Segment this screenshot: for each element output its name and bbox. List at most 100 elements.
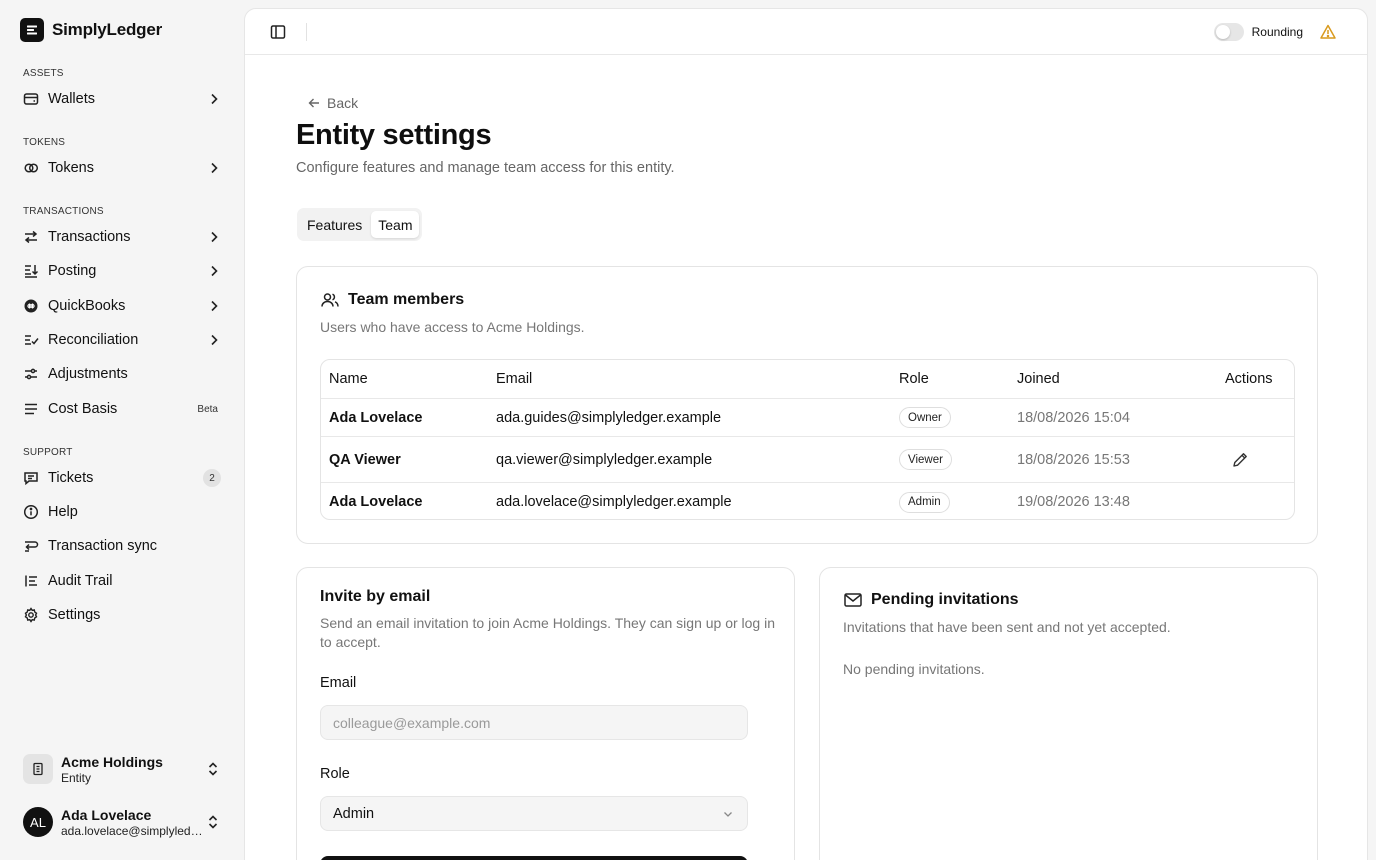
member-email: ada.lovelace@simplyledger.example bbox=[496, 494, 732, 510]
user-switcher-text: Ada Lovelace ada.lovelace@simplyledger.e… bbox=[61, 807, 205, 838]
team-members-card: Team members Users who have access to Ac… bbox=[296, 266, 1318, 544]
column-header-role: Role bbox=[899, 371, 929, 387]
pending-description: Invitations that have been sent and not … bbox=[843, 619, 1171, 635]
beta-badge: Beta bbox=[197, 403, 218, 415]
table-row: Ada Lovelace ada.lovelace@simplyledger.e… bbox=[321, 483, 1294, 519]
team-members-description: Users who have access to Acme Holdings. bbox=[320, 319, 585, 335]
sidebar-item-cost-basis[interactable]: Cost Basis Beta bbox=[14, 393, 230, 425]
entity-type: Entity bbox=[61, 770, 92, 785]
chevron-right-icon bbox=[206, 332, 222, 348]
sidebar-item-label: Cost Basis bbox=[48, 401, 118, 417]
entity-name: Acme Holdings bbox=[61, 753, 163, 770]
chevrons-up-down-icon bbox=[205, 814, 221, 830]
rounding-toggle-group: Rounding bbox=[1213, 23, 1303, 41]
rounding-toggle[interactable] bbox=[1213, 23, 1244, 41]
role-badge: Admin bbox=[899, 491, 950, 513]
main-panel: Rounding Back Entity settings Configure … bbox=[244, 8, 1368, 860]
sidebar-item-label: Posting bbox=[48, 263, 97, 279]
posting-icon bbox=[23, 263, 39, 279]
building-icon bbox=[23, 754, 53, 784]
sidebar-item-help[interactable]: Help bbox=[14, 496, 230, 528]
back-label: Back bbox=[327, 95, 359, 111]
sidebar-item-quickbooks[interactable]: QuickBooks bbox=[14, 290, 230, 322]
member-joined: 18/08/2026 15:04 bbox=[1017, 409, 1130, 426]
team-members-header: Team members bbox=[320, 290, 464, 310]
sidebar-item-tickets[interactable]: Tickets 2 bbox=[14, 462, 230, 494]
section-transactions: TRANSACTIONS bbox=[23, 206, 104, 217]
wallet-icon bbox=[23, 91, 39, 107]
pending-empty-text: No pending invitations. bbox=[843, 661, 985, 677]
member-name: Ada Lovelace bbox=[329, 409, 423, 426]
message-icon bbox=[23, 470, 39, 486]
sidebar-item-audit-trail[interactable]: Audit Trail bbox=[14, 565, 230, 597]
back-link[interactable]: Back bbox=[307, 95, 358, 111]
member-email: ada.guides@simplyledger.example bbox=[496, 409, 722, 426]
quickbooks-icon bbox=[23, 298, 39, 314]
sidebar-item-label: Reconciliation bbox=[48, 332, 139, 348]
sidebar-item-label: Wallets bbox=[48, 91, 95, 107]
sidebar-toggle-icon[interactable] bbox=[269, 23, 287, 41]
chevron-right-icon bbox=[206, 263, 222, 279]
sidebar-item-reconciliation[interactable]: Reconciliation bbox=[14, 324, 230, 356]
entity-switcher[interactable]: Acme Holdings Entity bbox=[14, 748, 230, 790]
section-assets: ASSETS bbox=[23, 68, 64, 79]
stack-icon bbox=[23, 401, 39, 417]
role-label: Role bbox=[320, 766, 350, 782]
page-subtitle: Configure features and manage team acces… bbox=[296, 160, 675, 176]
table-header-row: Name Email Role Joined Actions bbox=[321, 360, 1294, 399]
column-header-email: Email bbox=[496, 371, 533, 387]
sidebar: SimplyLedger ASSETS Wallets TOKENS Token… bbox=[0, 0, 244, 860]
invite-card: Invite by email Send an email invitation… bbox=[296, 567, 795, 860]
mail-icon bbox=[843, 590, 863, 610]
sidebar-item-tokens[interactable]: Tokens bbox=[14, 152, 230, 184]
chevron-right-icon bbox=[206, 229, 222, 245]
user-email: ada.lovelace@simplyledger.example bbox=[61, 823, 205, 838]
pending-title: Pending invitations bbox=[871, 591, 1019, 608]
sidebar-item-transactions[interactable]: Transactions bbox=[14, 221, 230, 253]
email-field[interactable] bbox=[320, 705, 748, 740]
sidebar-item-wallets[interactable]: Wallets bbox=[14, 83, 230, 115]
rounding-label: Rounding bbox=[1251, 25, 1303, 39]
warning-icon[interactable] bbox=[1319, 23, 1337, 41]
chevron-right-icon bbox=[206, 160, 222, 176]
toolbar-divider bbox=[306, 23, 307, 41]
arrows-left-right-icon bbox=[23, 229, 39, 245]
invite-header: Invite by email bbox=[320, 588, 430, 606]
sidebar-item-label: Tickets bbox=[48, 470, 94, 486]
sidebar-item-settings[interactable]: Settings bbox=[14, 599, 230, 631]
section-tokens: TOKENS bbox=[23, 137, 66, 148]
avatar: AL bbox=[23, 807, 53, 837]
member-joined: 19/08/2026 13:48 bbox=[1017, 494, 1130, 510]
list-ordered-icon bbox=[23, 573, 39, 589]
page-title: Entity settings bbox=[296, 119, 492, 151]
sidebar-item-adjustments[interactable]: Adjustments bbox=[14, 358, 230, 390]
settings-tabs: Features Team bbox=[297, 208, 423, 241]
send-invite-button[interactable] bbox=[320, 856, 748, 860]
sync-icon bbox=[23, 538, 39, 554]
edit-member-pencil-icon[interactable] bbox=[1231, 451, 1249, 469]
sidebar-item-label: Transactions bbox=[48, 229, 131, 245]
tab-team[interactable]: Team bbox=[371, 211, 420, 238]
column-header-actions: Actions bbox=[1225, 371, 1273, 387]
column-header-joined: Joined bbox=[1017, 371, 1060, 387]
sidebar-item-label: Audit Trail bbox=[48, 573, 113, 589]
member-name: Ada Lovelace bbox=[329, 494, 423, 510]
pending-invitations-card: Pending invitations Invitations that hav… bbox=[819, 567, 1318, 860]
sidebar-item-label: Settings bbox=[48, 607, 101, 623]
gear-icon bbox=[23, 607, 39, 623]
section-support: SUPPORT bbox=[23, 447, 73, 458]
member-name: QA Viewer bbox=[329, 451, 401, 468]
tab-features[interactable]: Features bbox=[300, 211, 369, 238]
role-select[interactable]: Admin bbox=[320, 796, 748, 831]
user-switcher[interactable]: AL Ada Lovelace ada.lovelace@simplyledge… bbox=[14, 801, 230, 843]
sidebar-item-transaction-sync[interactable]: Transaction sync bbox=[14, 530, 230, 562]
entity-switcher-text: Acme Holdings Entity bbox=[61, 754, 205, 785]
sidebar-item-label: Transaction sync bbox=[48, 538, 158, 554]
role-badge: Owner bbox=[899, 407, 951, 428]
column-header-name: Name bbox=[329, 371, 368, 387]
list-check-icon bbox=[23, 332, 39, 348]
sliders-icon bbox=[23, 366, 39, 382]
brand[interactable]: SimplyLedger bbox=[20, 18, 162, 42]
tickets-count-badge: 2 bbox=[203, 469, 221, 487]
sidebar-item-posting[interactable]: Posting bbox=[14, 255, 230, 287]
